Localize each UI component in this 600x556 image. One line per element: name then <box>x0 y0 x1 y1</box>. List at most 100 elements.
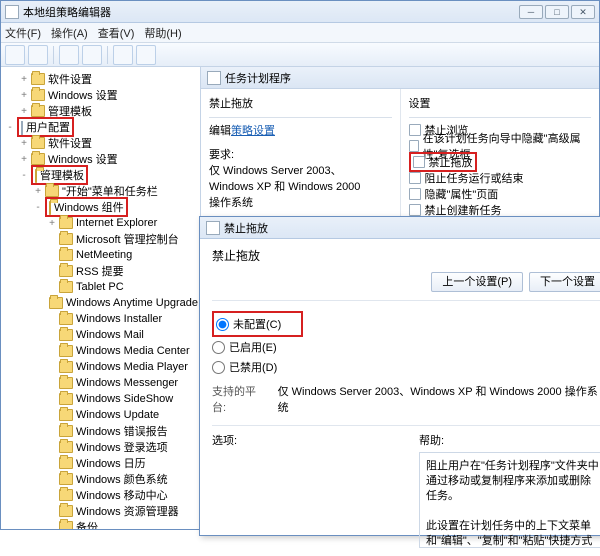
req-text-3: 操作系统 <box>209 194 392 210</box>
setting-icon <box>409 188 421 200</box>
tree-item[interactable]: Windows 移动中心 <box>3 487 198 503</box>
folder-icon <box>59 361 73 373</box>
toolbar-btn-5[interactable] <box>113 45 133 65</box>
tree-label: Windows Anytime Upgrade <box>66 297 198 309</box>
options-label: 选项: <box>212 432 399 448</box>
header-icon <box>207 71 221 85</box>
expand-icon[interactable]: + <box>45 218 59 229</box>
tree-item[interactable]: +Internet Explorer <box>3 215 198 231</box>
tree-item[interactable]: -用户配置 <box>3 119 198 135</box>
folder-icon <box>31 105 45 117</box>
content-header: 任务计划程序 <box>201 67 599 89</box>
setting-name: 禁止拖放 <box>209 95 392 111</box>
radio-not-configured[interactable] <box>216 318 229 331</box>
tree-label: Windows 日历 <box>76 455 146 471</box>
back-button[interactable] <box>5 45 25 65</box>
supported-text: 仅 Windows Server 2003、Windows XP 和 Windo… <box>278 383 600 415</box>
tree-item[interactable]: Microsoft 管理控制台 <box>3 231 198 247</box>
tree-item[interactable]: +软件设置 <box>3 135 198 151</box>
minimize-button[interactable]: ─ <box>519 5 543 19</box>
tree-item[interactable]: Windows 资源管理器 <box>3 503 198 519</box>
folder-icon <box>31 89 45 101</box>
menu-action[interactable]: 操作(A) <box>51 25 88 41</box>
tree-item[interactable]: Windows 日历 <box>3 455 198 471</box>
expand-icon[interactable]: + <box>17 138 31 149</box>
help-label: 帮助: <box>419 432 600 448</box>
nav-tree[interactable]: +软件设置+Windows 设置+管理模板-用户配置+软件设置+Windows … <box>1 67 201 529</box>
tree-label: Windows Media Center <box>76 345 190 357</box>
toolbar-btn-3[interactable] <box>59 45 79 65</box>
dialog: 禁止拖放 禁止拖放 上一个设置(P) 下一个设置 未配置(C) 已启用(E) 已… <box>199 216 600 536</box>
tree-item[interactable]: + Windows 设置 <box>3 87 198 103</box>
tree-item[interactable]: NetMeeting <box>3 247 198 263</box>
tree-item[interactable]: -管理模板 <box>3 167 198 183</box>
tree-item[interactable]: +Windows 设置 <box>3 151 198 167</box>
folder-icon <box>49 201 51 215</box>
tree-item[interactable]: Windows Mail <box>3 327 198 343</box>
tree-item[interactable]: Windows 登录选项 <box>3 439 198 455</box>
tree-item[interactable]: Windows Media Center <box>3 343 198 359</box>
folder-icon <box>35 169 37 183</box>
expand-icon[interactable]: + <box>31 186 45 197</box>
collapse-icon[interactable]: - <box>3 122 17 133</box>
tree-item[interactable]: Windows SideShow <box>3 391 198 407</box>
tree-item[interactable]: Windows Messenger <box>3 375 198 391</box>
setting-row[interactable]: 阻止任务运行或结束 <box>409 170 592 186</box>
setting-row[interactable]: 隐藏"属性"页面 <box>409 186 592 202</box>
forward-button[interactable] <box>28 45 48 65</box>
tree-label: RSS 提要 <box>76 263 124 279</box>
menu-help[interactable]: 帮助(H) <box>144 25 181 41</box>
tree-item[interactable]: Windows Anytime Upgrade <box>3 295 198 311</box>
expand-icon[interactable]: + <box>17 154 31 165</box>
close-button[interactable]: ✕ <box>571 5 595 19</box>
menu-file[interactable]: 文件(F) <box>5 25 41 41</box>
tree-item[interactable]: Windows Update <box>3 407 198 423</box>
tree-item[interactable]: -Windows 组件 <box>3 199 198 215</box>
tree-label: 软件设置 <box>48 71 92 87</box>
menubar: 文件(F) 操作(A) 查看(V) 帮助(H) <box>1 23 599 43</box>
radio-enabled[interactable] <box>212 341 225 354</box>
folder-icon <box>59 409 73 421</box>
folder-icon <box>45 185 59 197</box>
next-setting-button[interactable]: 下一个设置 <box>529 272 600 292</box>
folder-icon <box>59 249 73 261</box>
tree-label: Windows 组件 <box>54 202 124 214</box>
expand-icon[interactable]: + <box>17 90 31 101</box>
tree-label: Windows 资源管理器 <box>76 503 179 519</box>
collapse-icon[interactable]: - <box>31 202 45 213</box>
filter-button[interactable] <box>136 45 156 65</box>
toolbar-btn-4[interactable] <box>82 45 102 65</box>
setting-icon <box>409 172 421 184</box>
tree-item[interactable]: Tablet PC <box>3 279 198 295</box>
expand-icon[interactable]: + <box>17 106 31 117</box>
tree-item[interactable]: Windows 错误报告 <box>3 423 198 439</box>
toolbar <box>1 43 599 67</box>
tree-item[interactable]: RSS 提要 <box>3 263 198 279</box>
tree-item[interactable]: + 软件设置 <box>3 71 198 87</box>
menu-view[interactable]: 查看(V) <box>98 25 135 41</box>
tree-label: Windows SideShow <box>76 393 173 405</box>
setting-icon <box>409 124 421 136</box>
tree-item[interactable]: 备份 <box>3 519 198 529</box>
tree-label: Microsoft 管理控制台 <box>76 231 179 247</box>
dialog-heading: 禁止拖放 <box>212 247 600 264</box>
collapse-icon[interactable]: - <box>17 170 31 181</box>
help-text: 阻止用户在"任务计划程序"文件夹中通过移动或复制程序来添加或删除任务。 此设置在… <box>419 452 600 548</box>
tree-item[interactable]: Windows Media Player <box>3 359 198 375</box>
label-disabled: 已禁用(D) <box>229 359 277 375</box>
expand-icon[interactable]: + <box>17 74 31 85</box>
tree-label: Tablet PC <box>76 281 124 293</box>
radio-disabled[interactable] <box>212 361 225 374</box>
setting-label: 阻止任务运行或结束 <box>425 170 524 186</box>
tree-item[interactable]: +管理模板 <box>3 103 198 119</box>
prev-setting-button[interactable]: 上一个设置(P) <box>431 272 523 292</box>
maximize-button[interactable]: □ <box>545 5 569 19</box>
tree-item[interactable]: Windows 颜色系统 <box>3 471 198 487</box>
tree-label: Windows Mail <box>76 329 144 341</box>
link-policy-setting[interactable]: 策略设置 <box>231 125 275 137</box>
tree-label: Windows 登录选项 <box>76 439 168 455</box>
tree-item[interactable]: Windows Installer <box>3 311 198 327</box>
tree-label: Windows 设置 <box>48 87 118 103</box>
label-enabled: 已启用(E) <box>229 339 277 355</box>
dialog-titlebar: 禁止拖放 <box>200 217 600 239</box>
